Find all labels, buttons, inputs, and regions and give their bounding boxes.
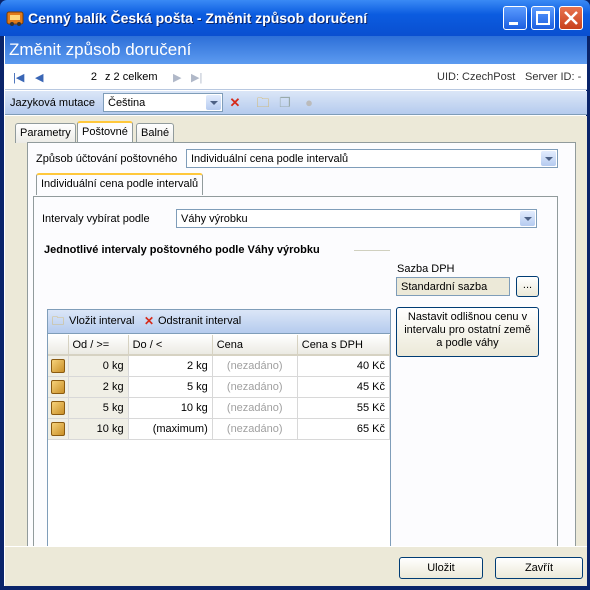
col-from[interactable]: Od / >= xyxy=(68,335,129,356)
tab-individual-price[interactable]: Individuální cena podle intervalů xyxy=(36,173,204,195)
language-value: Čeština xyxy=(108,97,146,109)
box-icon xyxy=(48,355,69,377)
language-select[interactable]: Čeština xyxy=(103,93,223,112)
prev-record-icon[interactable]: ◀ xyxy=(35,71,43,84)
intervals-label: Intervaly vybírat podle xyxy=(42,213,150,225)
next-record-icon[interactable]: ▶ xyxy=(173,71,181,84)
cell-from[interactable]: 5 kg xyxy=(68,397,129,419)
close-window-button[interactable] xyxy=(559,6,583,30)
table-row[interactable]: 5 kg 10 kg (nezadáno) 55 Kč xyxy=(48,397,391,419)
remove-icon: ✕ xyxy=(144,314,155,328)
vat-label: Sazba DPH xyxy=(397,263,455,275)
vat-value: Standardní sazba xyxy=(401,281,488,293)
close-icon xyxy=(564,11,578,25)
cell-to[interactable]: 10 kg xyxy=(128,397,213,419)
other-price-button[interactable]: Nastavit odlišnou cenu v intervalu pro o… xyxy=(396,307,539,357)
intervals-grid: 🗀 Vložit interval ✕ Odstranit interval O… xyxy=(47,309,391,556)
cell-price[interactable]: (nezadáno) xyxy=(212,355,298,377)
cell-from[interactable]: 2 kg xyxy=(68,376,129,398)
chevron-down-icon[interactable] xyxy=(520,211,535,226)
add-interval-button[interactable]: Vložit interval xyxy=(69,315,134,327)
cell-price-vat[interactable]: 55 Kč xyxy=(297,397,391,419)
section-title: Jednotlivé intervaly poštovného podle Vá… xyxy=(44,244,320,256)
maximize-icon xyxy=(536,11,550,25)
intervals-value: Váhy výrobku xyxy=(181,213,248,225)
vat-browse-button[interactable]: ... xyxy=(516,276,539,297)
section-divider xyxy=(354,250,390,251)
add-folder-icon: 🗀 xyxy=(52,314,65,328)
remove-interval-button[interactable]: Odstranit interval xyxy=(158,315,241,327)
copy-icon[interactable]: ❐ xyxy=(277,95,293,111)
cell-from[interactable]: 10 kg xyxy=(68,418,129,440)
cell-price-vat[interactable]: 65 Kč xyxy=(297,418,391,440)
intervals-table: Od / >= Do / < Cena Cena s DPH 0 kg 2 kg… xyxy=(48,335,391,440)
window-title: Cenný balík Česká pošta - Změnit způsob … xyxy=(28,10,368,26)
box-icon xyxy=(48,397,69,419)
header-band: Změnit způsob doručení xyxy=(5,36,587,64)
save-button[interactable]: Uložit xyxy=(399,557,483,579)
new-folder-icon[interactable]: 🗀 xyxy=(255,95,271,111)
chevron-down-icon[interactable] xyxy=(541,151,556,166)
cart-icon xyxy=(6,11,24,26)
cell-to[interactable]: 5 kg xyxy=(128,376,213,398)
tab-balne[interactable]: Balné xyxy=(136,123,175,143)
page-title: Změnit způsob doručení xyxy=(9,40,192,59)
table-row[interactable]: 10 kg (maximum) (nezadáno) 65 Kč xyxy=(48,418,391,440)
client-area: Změnit způsob doručení |◀ ◀ 2 z 2 celkem… xyxy=(4,36,587,586)
language-toolbar: Jazyková mutace Čeština ✕ 🗀 ❐ ● xyxy=(5,91,587,115)
intervals-select[interactable]: Váhy výrobku xyxy=(176,209,537,228)
billing-value: Individuální cena podle intervalů xyxy=(191,153,349,165)
page-total: z 2 celkem xyxy=(105,71,158,83)
cell-price[interactable]: (nezadáno) xyxy=(212,376,298,398)
form-body: Parametry Poštovné Balné Způsob účtování… xyxy=(5,116,587,586)
row-header-corner xyxy=(48,335,69,356)
cell-price-vat[interactable]: 40 Kč xyxy=(297,355,391,377)
uid-label: UID: CzechPost xyxy=(437,71,516,83)
billing-select[interactable]: Individuální cena podle intervalů xyxy=(186,149,558,168)
page-number-input[interactable]: 2 xyxy=(63,68,101,86)
tab-parametry[interactable]: Parametry xyxy=(15,123,76,143)
close-button[interactable]: Zavřít xyxy=(495,557,583,579)
minimize-icon xyxy=(509,22,518,25)
table-row[interactable]: 0 kg 2 kg (nezadáno) 40 Kč xyxy=(48,355,391,377)
cell-price[interactable]: (nezadáno) xyxy=(212,397,298,419)
maximize-button[interactable] xyxy=(531,6,555,30)
bottom-bar: Uložit Zavřít xyxy=(5,546,587,586)
title-bar: Cenný balík Česká pošta - Změnit způsob … xyxy=(0,0,590,36)
server-id-label: Server ID: - xyxy=(525,71,582,83)
billing-label: Způsob účtování poštovného xyxy=(36,153,178,165)
cell-to[interactable]: 2 kg xyxy=(128,355,213,377)
table-row[interactable]: 2 kg 5 kg (nezadáno) 45 Kč xyxy=(48,376,391,398)
delete-icon[interactable]: ✕ xyxy=(227,95,243,111)
cell-from[interactable]: 0 kg xyxy=(68,355,129,377)
app-window: Cenný balík Česká pošta - Změnit způsob … xyxy=(0,0,590,590)
col-price-vat[interactable]: Cena s DPH xyxy=(297,335,391,356)
box-icon xyxy=(48,418,69,440)
last-record-icon[interactable]: ▶| xyxy=(191,71,202,84)
cell-price-vat[interactable]: 45 Kč xyxy=(297,376,391,398)
box-icon xyxy=(48,376,69,398)
record-icon[interactable]: ● xyxy=(301,95,317,111)
col-price[interactable]: Cena xyxy=(212,335,298,356)
language-label: Jazyková mutace xyxy=(10,97,95,109)
record-navigator: |◀ ◀ 2 z 2 celkem ▶ ▶| UID: CzechPost Se… xyxy=(5,64,587,90)
chevron-down-icon[interactable] xyxy=(206,95,221,110)
cell-price[interactable]: (nezadáno) xyxy=(212,418,298,440)
minimize-button[interactable] xyxy=(503,6,527,30)
col-to[interactable]: Do / < xyxy=(128,335,213,356)
tab-postovne[interactable]: Poštovné xyxy=(77,121,133,143)
vat-field: Standardní sazba xyxy=(396,277,510,296)
first-record-icon[interactable]: |◀ xyxy=(13,71,24,84)
grid-toolbar: 🗀 Vložit interval ✕ Odstranit interval xyxy=(48,310,390,334)
cell-to[interactable]: (maximum) xyxy=(128,418,213,440)
